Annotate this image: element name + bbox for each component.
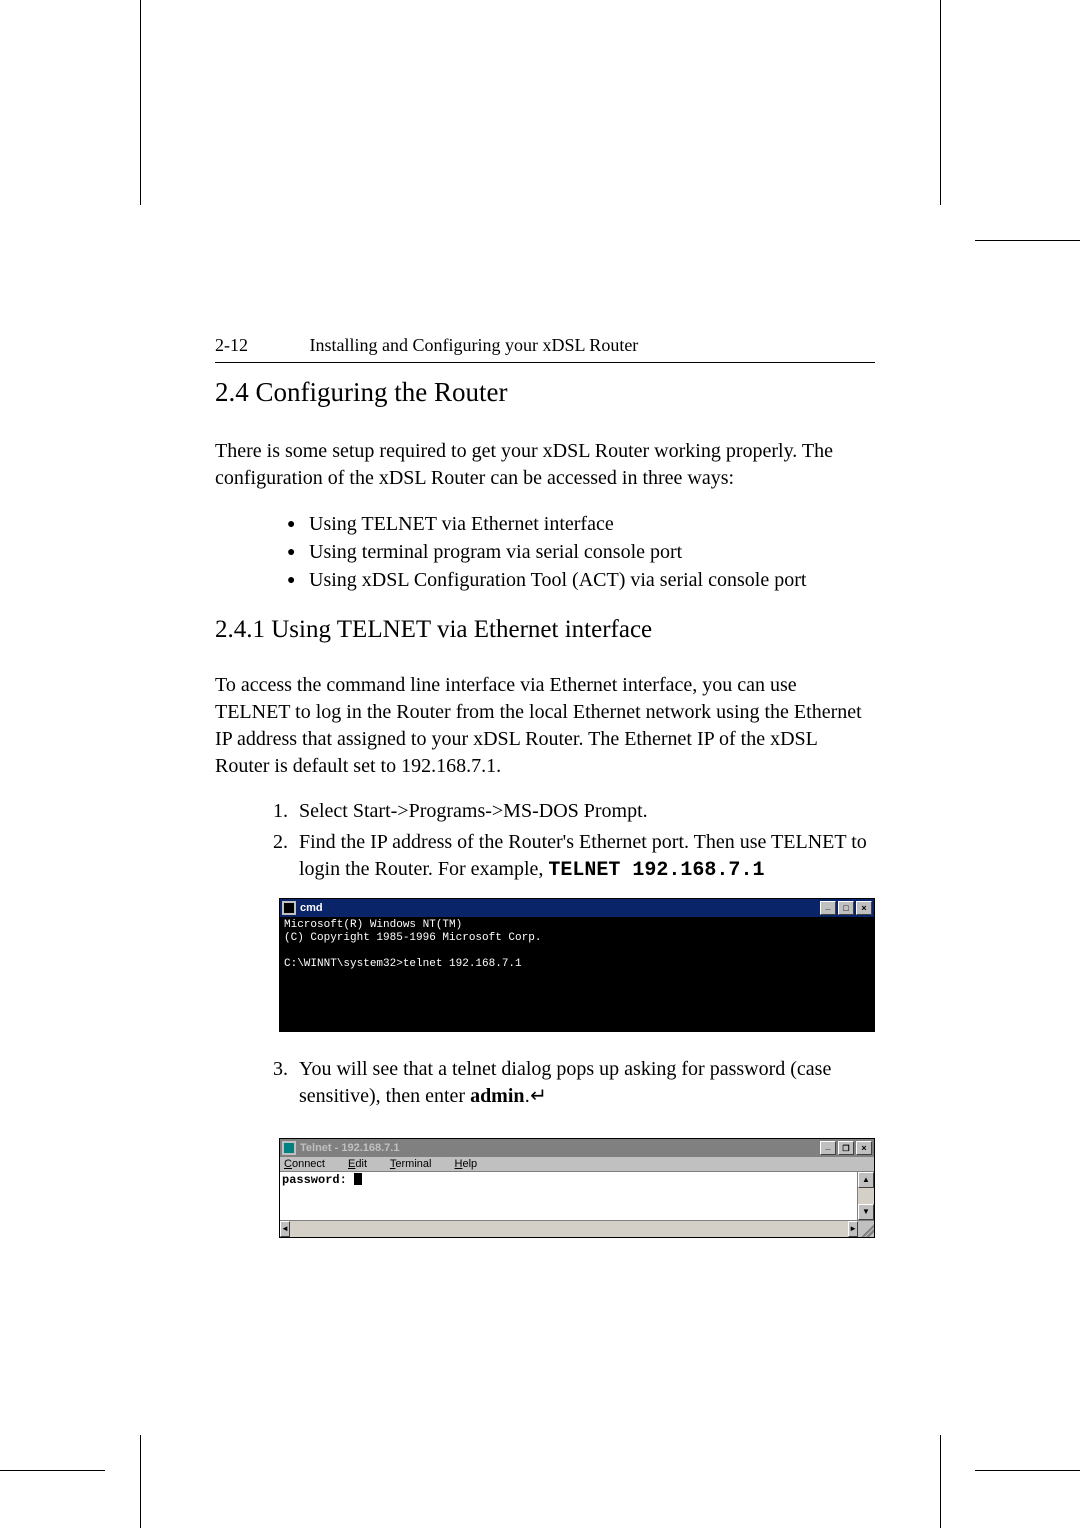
- maximize-button[interactable]: [838, 901, 854, 915]
- menu-connect-label: onnect: [292, 1158, 325, 1170]
- menu-edit-label: dit: [355, 1158, 367, 1170]
- telnet-client-area: password: ▲ ▼: [280, 1172, 874, 1220]
- page: 2-12 Installing and Configuring your xDS…: [0, 0, 1080, 1528]
- page-content: 2-12 Installing and Configuring your xDS…: [215, 335, 875, 1262]
- scroll-track[interactable]: [858, 1188, 874, 1204]
- cmd-window-screenshot: cmd Microsoft(R) Windows NT(TM) (C) Copy…: [279, 898, 875, 1032]
- step-3: You will see that a telnet dialog pops u…: [293, 1056, 875, 1110]
- page-number: 2-12: [215, 335, 305, 356]
- bullet-item: Using xDSL Configuration Tool (ACT) via …: [287, 566, 875, 594]
- telnet-title: Telnet - 192.168.7.1: [300, 1142, 399, 1154]
- section-number: 2.4: [215, 377, 249, 407]
- bullet-item: Using TELNET via Ethernet interface: [287, 510, 875, 538]
- steps-list-cont: You will see that a telnet dialog pops u…: [259, 1056, 875, 1110]
- menu-help-label: elp: [462, 1158, 477, 1170]
- subsection-heading: 2.4.1 Using TELNET via Ethernet interfac…: [215, 616, 875, 644]
- steps-list: Select Start->Programs->MS-DOS Prompt. F…: [259, 798, 875, 884]
- subsection-paragraph: To access the command line interface via…: [215, 672, 875, 780]
- cmd-icon: [282, 901, 296, 915]
- scroll-right-button[interactable]: ►: [848, 1221, 858, 1237]
- cmd-line-1: Microsoft(R) Windows NT(TM): [284, 919, 462, 931]
- step-2: Find the IP address of the Router's Ethe…: [293, 829, 875, 884]
- horizontal-scrollbar[interactable]: ◄ ►: [280, 1220, 874, 1237]
- bullet-item: Using terminal program via serial consol…: [287, 538, 875, 566]
- cmd-prompt-line: C:\WINNT\system32>telnet 192.168.7.1: [284, 958, 522, 970]
- scroll-down-button[interactable]: ▼: [858, 1204, 874, 1220]
- crop-mark-top: [0, 240, 1080, 241]
- telnet-window-screenshot: Telnet - 192.168.7.1 Connect Edit Termin…: [279, 1138, 875, 1238]
- vertical-scrollbar[interactable]: ▲ ▼: [857, 1172, 874, 1220]
- cmd-title: cmd: [300, 902, 323, 914]
- subsection-title: Using TELNET via Ethernet interface: [271, 616, 652, 643]
- cmd-titlebar: cmd: [280, 899, 874, 917]
- header-rule: [215, 362, 875, 363]
- crop-mark-right: [940, 0, 941, 1528]
- telnet-titlebar: Telnet - 192.168.7.1: [280, 1139, 874, 1157]
- intro-paragraph: There is some setup required to get your…: [215, 438, 875, 492]
- section-title: Configuring the Router: [256, 377, 508, 407]
- crop-mark-left: [140, 0, 141, 1528]
- subsection-number: 2.4.1: [215, 616, 265, 643]
- access-methods-list: Using TELNET via Ethernet interface Usin…: [287, 510, 875, 594]
- text-cursor: [354, 1173, 362, 1185]
- menu-edit[interactable]: Edit: [348, 1158, 377, 1170]
- menu-help[interactable]: Help: [455, 1158, 488, 1170]
- resize-grip[interactable]: [858, 1221, 874, 1237]
- step-2-command: TELNET 192.168.7.1: [548, 859, 764, 882]
- enter-symbol: .↵: [525, 1085, 547, 1107]
- menu-terminal-label: erminal: [395, 1158, 431, 1170]
- telnet-menubar: Connect Edit Terminal Help: [280, 1157, 874, 1172]
- cmd-line-2: (C) Copyright 1985-1996 Microsoft Corp.: [284, 932, 541, 944]
- running-title: Installing and Configuring your xDSL Rou…: [310, 335, 639, 355]
- telnet-terminal-body[interactable]: password:: [280, 1172, 857, 1220]
- restore-button[interactable]: [838, 1141, 854, 1155]
- cmd-terminal-body: Microsoft(R) Windows NT(TM) (C) Copyrigh…: [280, 917, 874, 1031]
- section-heading: 2.4 Configuring the Router: [215, 377, 875, 408]
- scroll-track[interactable]: [290, 1221, 848, 1237]
- step-3-password: admin: [470, 1085, 524, 1107]
- scroll-up-button[interactable]: ▲: [858, 1172, 874, 1188]
- crop-mark-bottom: [0, 1470, 1080, 1471]
- menu-terminal[interactable]: Terminal: [390, 1158, 442, 1170]
- step-1: Select Start->Programs->MS-DOS Prompt.: [293, 798, 875, 825]
- telnet-prompt: password:: [282, 1173, 354, 1187]
- minimize-button[interactable]: [820, 901, 836, 915]
- minimize-button[interactable]: [820, 1141, 836, 1155]
- close-button[interactable]: [856, 901, 872, 915]
- step-3-text: You will see that a telnet dialog pops u…: [299, 1058, 831, 1107]
- close-button[interactable]: [856, 1141, 872, 1155]
- scroll-left-button[interactable]: ◄: [280, 1221, 290, 1237]
- menu-connect[interactable]: Connect: [284, 1158, 335, 1170]
- telnet-icon: [282, 1141, 296, 1155]
- running-header: 2-12 Installing and Configuring your xDS…: [215, 335, 875, 356]
